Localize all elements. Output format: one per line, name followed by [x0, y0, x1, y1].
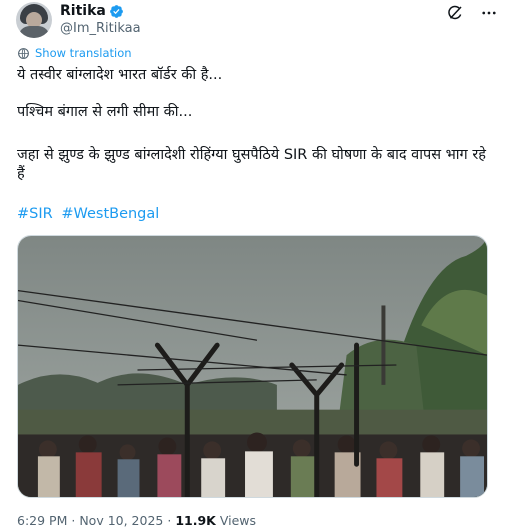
tweet-line-1: ये तस्वीर बांग्लादेश भारत बॉर्डर की है..…	[17, 67, 223, 83]
author-handle[interactable]: @Im_Ritikaa	[60, 20, 141, 37]
hashtags: #SIR #WestBengal	[17, 206, 163, 222]
hashtag-link[interactable]: #WestBengal	[61, 206, 159, 222]
meta-separator: ·	[167, 513, 172, 528]
tweet-media-video[interactable]	[17, 235, 488, 498]
tweet-meta: 6:29 PM · Nov 10, 2025 · 11.9K Views	[17, 513, 256, 528]
meta-separator: ·	[71, 513, 76, 528]
verified-badge-icon	[109, 4, 123, 18]
globe-icon	[18, 47, 29, 59]
views-label: Views	[219, 513, 257, 528]
show-translation-label[interactable]: Show translation	[35, 46, 132, 60]
more-options-icon[interactable]	[480, 4, 498, 22]
author-name-row: Ritika	[60, 2, 124, 20]
tweet-line-3: जहा से झुण्ड के झुण्ड बांग्लादेशी रोहिंग…	[17, 147, 486, 182]
views-count[interactable]: 11.9K	[175, 513, 216, 528]
hashtag-link[interactable]: #SIR	[17, 206, 53, 222]
grok-icon[interactable]	[446, 4, 464, 22]
tweet-line-2: पश्चिम बंगाल से लगी सीमा की...	[17, 104, 193, 120]
tweet-time[interactable]: 6:29 PM	[17, 513, 67, 528]
video-thumbnail	[18, 236, 487, 497]
display-name[interactable]: Ritika	[60, 2, 106, 20]
avatar[interactable]	[16, 2, 52, 38]
show-translation-link[interactable]: Show translation	[17, 46, 132, 60]
tweet-date[interactable]: Nov 10, 2025	[79, 513, 163, 528]
